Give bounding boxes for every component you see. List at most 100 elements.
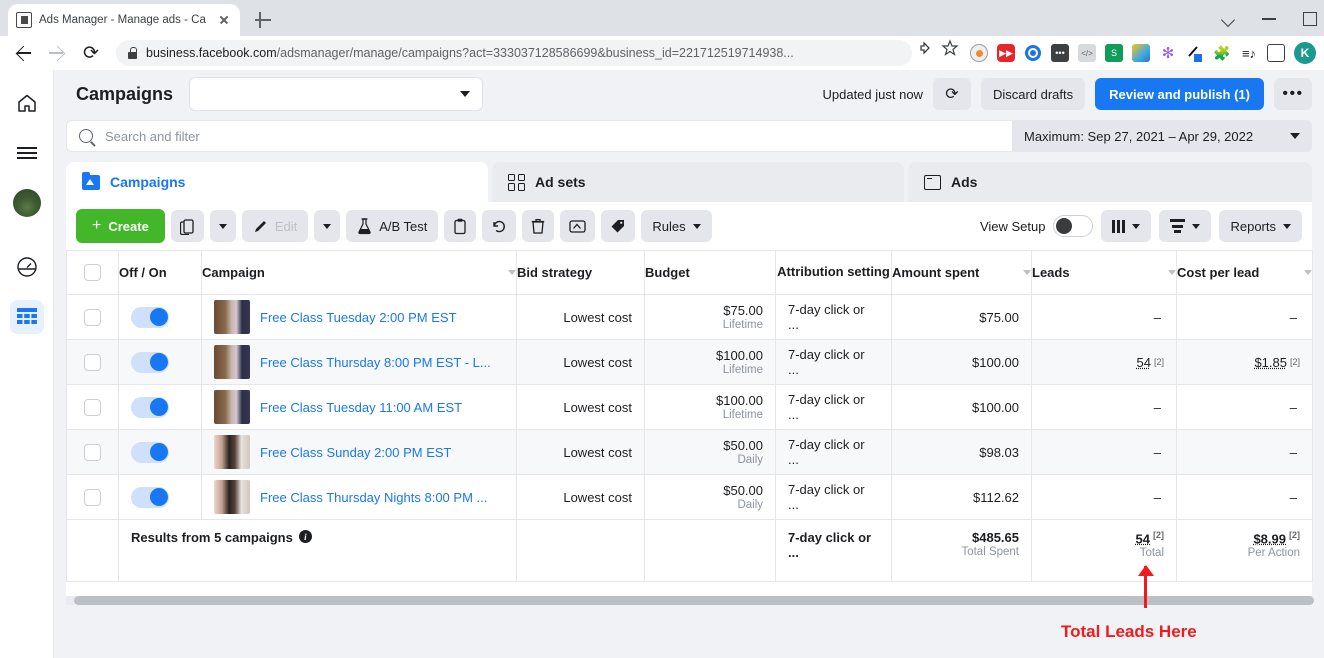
row-toggle-cell[interactable] xyxy=(118,474,202,520)
view-setup-toggle[interactable]: View Setup xyxy=(980,215,1094,237)
rail-item-table[interactable] xyxy=(9,300,44,334)
col-spent[interactable]: Amount spent xyxy=(891,250,1032,295)
status-toggle[interactable] xyxy=(131,306,169,328)
row-campaign-cell[interactable]: Free Class Thursday 8:00 PM EST - L... xyxy=(201,339,517,385)
chevron-down-icon[interactable] xyxy=(1222,11,1236,25)
status-toggle[interactable] xyxy=(131,396,169,418)
minimize-icon[interactable] xyxy=(1262,11,1276,25)
row-checkbox[interactable] xyxy=(84,488,101,506)
row-toggle-cell[interactable] xyxy=(118,294,202,340)
export-button[interactable] xyxy=(560,210,596,242)
row-campaign-cell[interactable]: Free Class Thursday Nights 8:00 PM ... xyxy=(201,474,517,520)
refresh-button[interactable]: ⟳ xyxy=(932,78,971,110)
maximize-icon[interactable] xyxy=(1302,11,1317,26)
target-extension-icon[interactable] xyxy=(1024,44,1042,62)
status-toggle[interactable] xyxy=(131,351,169,373)
row-campaign-cell[interactable]: Free Class Tuesday 11:00 AM EST xyxy=(201,384,517,430)
horizontal-scrollbar[interactable] xyxy=(66,596,1314,605)
discard-drafts-button[interactable]: Discard drafts xyxy=(980,78,1086,110)
rail-item-menu[interactable] xyxy=(10,136,44,170)
browser-tab[interactable]: Ads Manager - Manage ads - Ca xyxy=(8,4,240,36)
clipboard-button[interactable] xyxy=(444,210,477,242)
more-options-button[interactable]: ••• xyxy=(1274,78,1312,110)
row-toggle-cell[interactable] xyxy=(118,384,202,430)
date-range-selector[interactable]: Maximum: Sep 27, 2021 – Apr 29, 2022 xyxy=(1012,120,1312,152)
row-select-cell[interactable] xyxy=(66,474,119,520)
rules-button[interactable]: Rules xyxy=(641,210,712,242)
col-campaign[interactable]: Campaign xyxy=(201,250,517,295)
gear-extension-icon[interactable]: ✻ xyxy=(1159,44,1177,62)
table-row[interactable]: Free Class Thursday 8:00 PM EST - L... Lo… xyxy=(66,339,1313,385)
select-all-checkbox[interactable] xyxy=(84,264,101,281)
profile-avatar[interactable]: K xyxy=(1294,42,1316,64)
new-tab-button[interactable] xyxy=(252,9,274,31)
tab-adsets[interactable]: Ad sets xyxy=(492,162,904,202)
account-selector[interactable] xyxy=(189,77,484,111)
col-leads[interactable]: Leads xyxy=(1031,250,1177,295)
tag-button[interactable] xyxy=(601,210,636,242)
edit-button[interactable]: Edit xyxy=(241,210,309,242)
toggle-switch[interactable] xyxy=(1053,215,1094,237)
row-toggle-cell[interactable] xyxy=(118,429,202,475)
duplicate-button[interactable] xyxy=(170,210,204,242)
info-icon[interactable]: i xyxy=(298,530,312,543)
reload-icon[interactable]: ⟳ xyxy=(76,38,106,68)
youtube-extension-icon[interactable]: ▶▶ xyxy=(997,44,1015,62)
row-toggle-cell[interactable] xyxy=(118,339,202,385)
square-extension-icon[interactable] xyxy=(1267,44,1285,62)
campaign-name-link[interactable]: Free Class Tuesday 2:00 PM EST xyxy=(260,310,457,325)
row-checkbox[interactable] xyxy=(84,353,101,371)
status-toggle[interactable] xyxy=(131,441,169,463)
delete-button[interactable] xyxy=(522,210,555,242)
reports-button[interactable]: Reports xyxy=(1219,210,1302,242)
share-icon[interactable] xyxy=(916,38,936,68)
col-cpl[interactable]: Cost per lead xyxy=(1176,250,1313,295)
review-publish-button[interactable]: Review and publish (1) xyxy=(1095,78,1264,110)
dots-extension-icon[interactable]: ••• xyxy=(1051,44,1069,62)
edit-dropdown-button[interactable] xyxy=(314,210,341,242)
table-row[interactable]: Free Class Tuesday 2:00 PM EST Lowest cos… xyxy=(66,294,1313,340)
create-button[interactable]: + Create xyxy=(76,209,165,243)
campaign-name-link[interactable]: Free Class Tuesday 11:00 AM EST xyxy=(260,400,462,415)
code-extension-icon[interactable]: </> xyxy=(1078,44,1096,62)
table-row[interactable]: Free Class Tuesday 11:00 AM EST Lowest co… xyxy=(66,384,1313,430)
scrollbar-thumb[interactable] xyxy=(74,596,1314,605)
search-input[interactable]: Search and filter xyxy=(66,120,1012,152)
row-select-cell[interactable] xyxy=(66,429,119,475)
tab-ads[interactable]: Ads xyxy=(908,162,1312,202)
row-select-cell[interactable] xyxy=(66,384,119,430)
row-checkbox[interactable] xyxy=(84,443,101,461)
colorful-extension-icon[interactable] xyxy=(1132,44,1150,62)
back-icon[interactable] xyxy=(8,38,38,68)
row-campaign-cell[interactable]: Free Class Tuesday 2:00 PM EST xyxy=(201,294,517,340)
tab-campaigns[interactable]: Campaigns xyxy=(66,162,488,202)
playlist-extension-icon[interactable]: ≡♪ xyxy=(1240,44,1258,62)
rail-item-home[interactable] xyxy=(10,86,44,120)
row-checkbox[interactable] xyxy=(84,308,101,326)
puzzle-extension-icon[interactable]: 🧩 xyxy=(1213,44,1231,62)
rail-item-profile[interactable] xyxy=(10,186,44,220)
duplicate-dropdown-button[interactable] xyxy=(209,210,236,242)
pen-extension-icon[interactable] xyxy=(1186,44,1204,62)
breakdown-button[interactable] xyxy=(1159,210,1212,242)
pill-extension-icon[interactable] xyxy=(970,44,988,62)
address-bar[interactable]: business.facebook.com/adsmanager/manage/… xyxy=(116,40,912,66)
bookmark-star-icon[interactable] xyxy=(940,38,960,68)
campaign-name-link[interactable]: Free Class Thursday Nights 8:00 PM ... xyxy=(260,490,487,505)
undo-button[interactable] xyxy=(482,210,517,242)
table-row[interactable]: Free Class Sunday 2:00 PM EST Lowest cost… xyxy=(66,429,1313,475)
row-select-cell[interactable] xyxy=(66,339,119,385)
close-icon[interactable] xyxy=(216,12,232,28)
row-select-cell[interactable] xyxy=(66,294,119,340)
row-campaign-cell[interactable]: Free Class Sunday 2:00 PM EST xyxy=(201,429,517,475)
columns-button[interactable] xyxy=(1101,210,1152,242)
rail-item-dashboard[interactable] xyxy=(10,250,44,284)
status-toggle[interactable] xyxy=(131,486,169,508)
campaign-name-link[interactable]: Free Class Sunday 2:00 PM EST xyxy=(260,445,451,460)
table-row[interactable]: Free Class Thursday Nights 8:00 PM ... Lo… xyxy=(66,474,1313,520)
ab-test-button[interactable]: A/B Test xyxy=(346,210,439,242)
campaign-name-link[interactable]: Free Class Thursday 8:00 PM EST - L... xyxy=(260,355,491,370)
sheets-extension-icon[interactable]: S xyxy=(1105,44,1123,62)
row-checkbox[interactable] xyxy=(84,398,101,416)
select-all-header[interactable] xyxy=(66,250,119,295)
